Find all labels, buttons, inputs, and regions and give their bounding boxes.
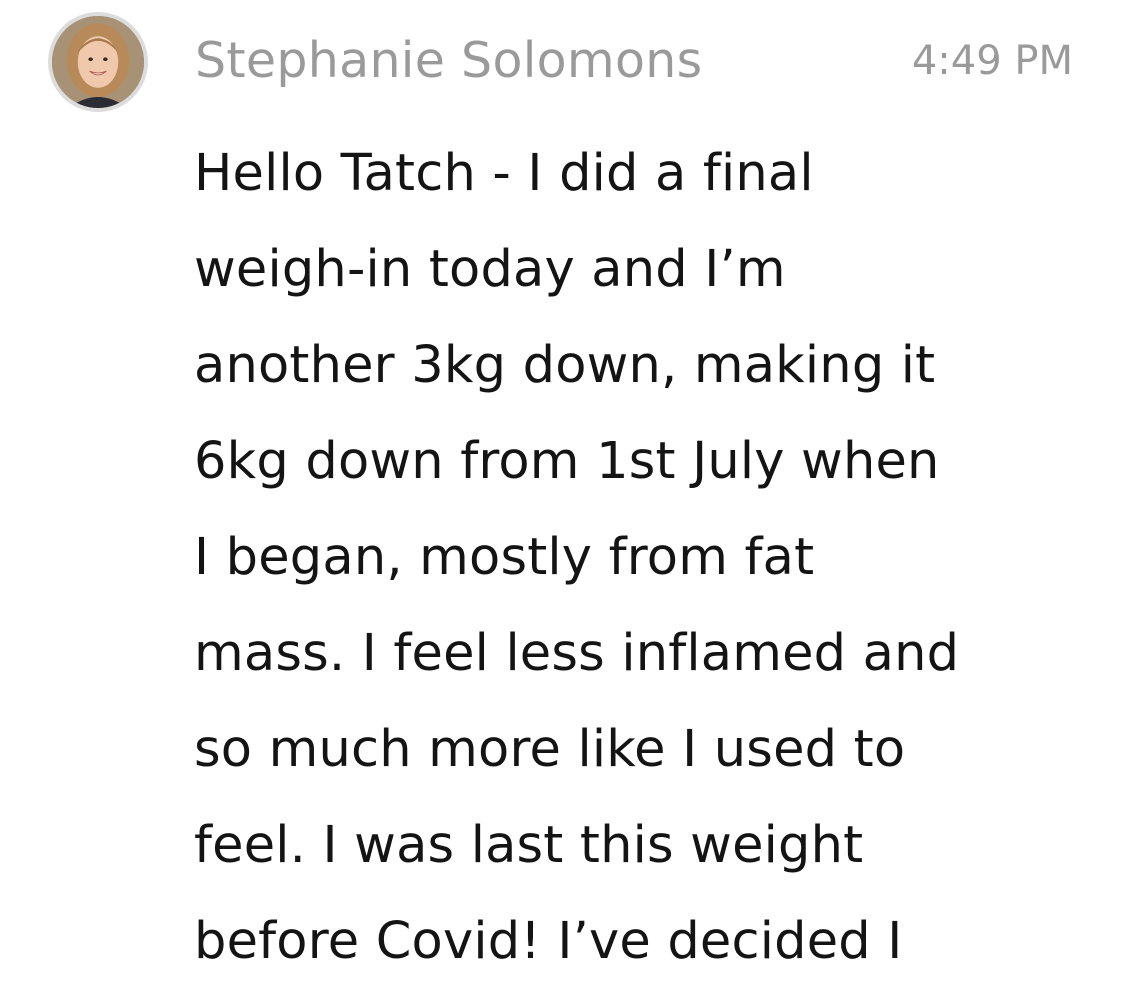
message-line: 6kg down from 1st July when <box>194 432 940 491</box>
message-line: feel. I was last this weight <box>194 816 864 875</box>
message-timestamp: 4:49 PM <box>911 38 1073 84</box>
avatar[interactable] <box>48 12 148 112</box>
sender-name[interactable]: Stephanie Solomons <box>195 30 702 92</box>
message-body: Hello Tatch - I did a final weigh-in tod… <box>194 126 1094 990</box>
message-line: so much more like I used to <box>194 720 906 779</box>
message-line: before Covid! I’ve decided I <box>194 912 903 971</box>
message-line: weigh-in today and I’m <box>194 240 786 299</box>
message-line: another 3kg down, making it <box>194 336 936 395</box>
message-line: mass. I feel less inflamed and <box>194 624 960 683</box>
message-line: Hello Tatch - I did a final <box>194 144 814 203</box>
user-photo-icon <box>52 16 144 108</box>
message-line: I began, mostly from fat <box>194 528 815 587</box>
chat-message: Stephanie Solomons 4:49 PM Hello Tatch -… <box>0 0 1125 995</box>
